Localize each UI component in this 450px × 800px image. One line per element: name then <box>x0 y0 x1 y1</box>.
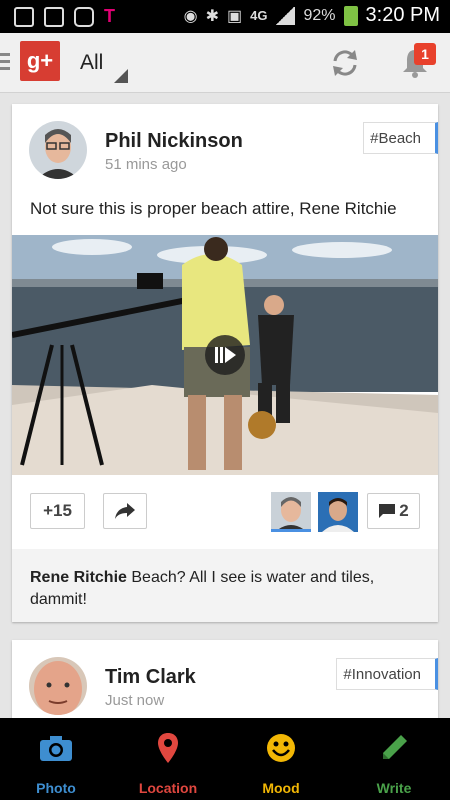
status-notification-icons: T <box>14 6 115 27</box>
mood-label: Mood <box>262 780 300 796</box>
battery-icon <box>343 5 358 26</box>
status-bar: T ◉ ✱ ▣ 4G 92% 3:20 PM <box>0 0 450 33</box>
google-plus-logo[interactable]: g+ <box>20 41 60 81</box>
nfc-icon: ▣ <box>227 7 243 25</box>
post-timestamp: 51 mins ago <box>105 156 187 173</box>
author-avatar[interactable] <box>29 657 87 715</box>
post-text: Not sure this is proper beach attire, Re… <box>30 199 397 218</box>
plus-one-button[interactable]: +15 <box>30 493 85 529</box>
eye-icon: ◉ <box>183 7 198 25</box>
mood-button[interactable]: Mood <box>236 730 326 796</box>
share-button[interactable] <box>103 493 147 529</box>
clock: 3:20 PM <box>365 4 440 26</box>
photo-label: Photo <box>36 780 76 796</box>
pencil-icon <box>383 735 407 759</box>
status-system-icons: ◉ ✱ ▣ 4G 92% 3:20 PM <box>184 4 440 27</box>
drawer-menu-icon[interactable] <box>0 53 10 71</box>
comment-bubble-icon <box>379 504 396 518</box>
photo-button[interactable]: Photo <box>11 730 101 796</box>
post-timestamp: Just now <box>105 692 165 709</box>
commenter-avatar[interactable] <box>271 492 311 532</box>
hashtag-chip[interactable]: #Innovation <box>336 658 438 690</box>
camera-icon <box>40 736 72 761</box>
comment-count: 2 <box>399 501 409 520</box>
write-button[interactable]: Write <box>349 730 439 796</box>
author-avatar[interactable] <box>29 121 87 179</box>
network-type: 4G <box>250 8 268 23</box>
author-name[interactable]: Phil Nickinson <box>105 130 243 153</box>
notification-image-icon <box>44 6 64 27</box>
stream-selector[interactable]: All <box>80 51 103 75</box>
hashtag-chip[interactable]: #Beach <box>363 122 438 154</box>
refresh-icon[interactable] <box>328 46 362 80</box>
dropdown-indicator-icon <box>114 69 128 83</box>
notification-add-icon <box>14 6 34 27</box>
write-label: Write <box>376 780 412 796</box>
comment-author[interactable]: Rene Ritchie <box>30 569 127 586</box>
share-arrow-icon <box>115 503 135 519</box>
location-button[interactable]: Location <box>123 730 213 796</box>
smiley-icon <box>267 734 295 762</box>
app-bar: g+ All 1 <box>0 33 450 93</box>
commenter-avatar[interactable] <box>318 492 358 532</box>
carrier-logo-icon: T <box>104 6 115 26</box>
location-label: Location <box>138 780 198 796</box>
bluetooth-icon: ✱ <box>205 7 220 25</box>
post-video[interactable] <box>12 235 438 475</box>
share-action-bar: Photo Location Mood Write <box>0 718 450 800</box>
post-card: Phil Nickinson 51 mins ago #Beach Not su… <box>12 104 438 622</box>
author-name[interactable]: Tim Clark <box>105 666 196 689</box>
signal-icon <box>275 6 296 25</box>
notification-count-badge[interactable]: 1 <box>414 43 436 65</box>
comments-button[interactable]: 2 <box>367 493 420 529</box>
location-pin-icon <box>158 733 178 763</box>
notification-watch-icon <box>74 6 94 27</box>
battery-percent: 92% <box>303 6 336 24</box>
video-play-icon[interactable] <box>205 335 245 375</box>
comment-preview[interactable]: Rene Ritchie Beach? All I see is water a… <box>12 549 438 622</box>
